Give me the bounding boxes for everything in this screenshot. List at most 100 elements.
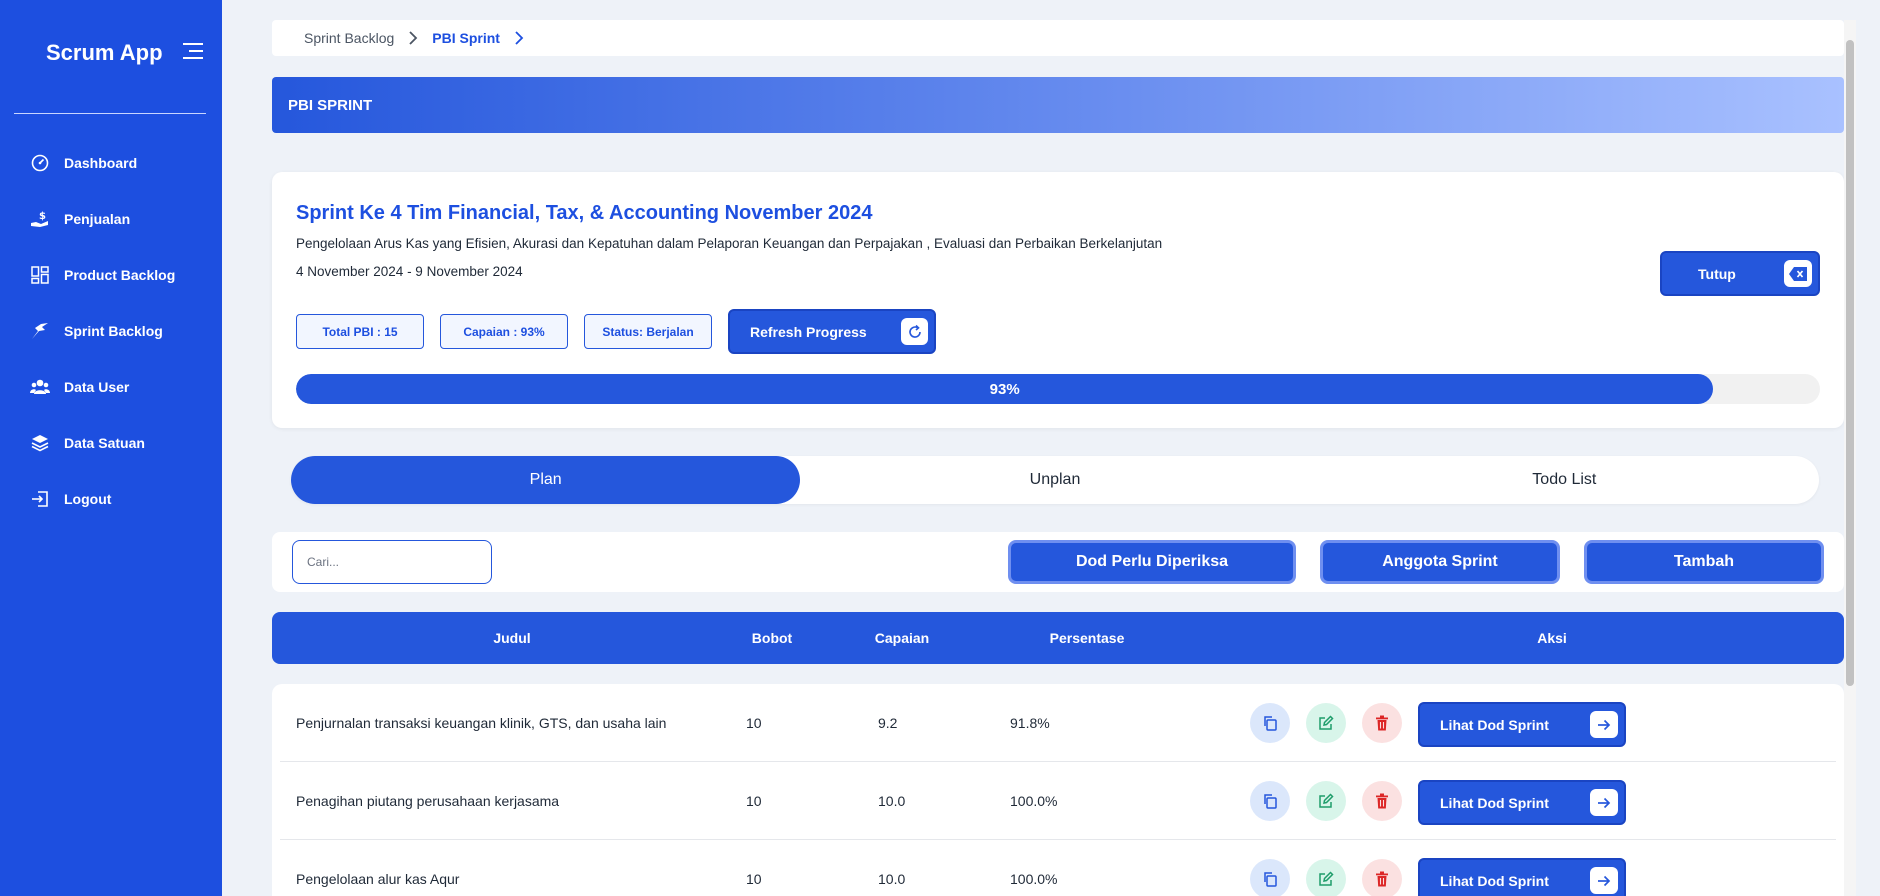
breadcrumb-pbi-sprint[interactable]: PBI Sprint [432, 30, 500, 46]
users-icon [30, 377, 50, 397]
arrow-right-icon [1590, 789, 1618, 816]
add-pbi-button[interactable]: Tambah [1584, 540, 1824, 584]
sidebar-item-product-backlog[interactable]: Product Backlog [0, 247, 222, 303]
breadcrumb: Sprint Backlog PBI Sprint [272, 20, 1844, 56]
dod-review-button[interactable]: Dod Perlu Diperiksa [1008, 540, 1296, 584]
sprint-progress-bar: 93% [296, 374, 1820, 404]
delete-button[interactable] [1362, 781, 1402, 821]
column-header-persentase: Persentase [1049, 630, 1125, 646]
copy-button[interactable] [1250, 859, 1290, 896]
copy-icon [1264, 872, 1277, 887]
app-brand: Scrum App [46, 40, 163, 65]
sprint-info-card: Sprint Ke 4 Tim Financial, Tax, & Accoun… [272, 172, 1844, 428]
breadcrumb-sprint-backlog[interactable]: Sprint Backlog [304, 30, 394, 46]
tab-todo-list[interactable]: Todo List [1310, 456, 1819, 504]
edit-button[interactable] [1306, 703, 1346, 743]
cell-bobot: 10 [746, 715, 762, 731]
sprint-description: Pengelolaan Arus Kas yang Efisien, Akura… [296, 236, 1163, 251]
chevron-right-icon [514, 31, 524, 45]
sidebar-item-label: Dashboard [64, 155, 138, 171]
column-header-judul: Judul [493, 630, 531, 646]
search-input[interactable] [292, 540, 492, 584]
sidebar-item-label: Penjualan [64, 211, 131, 227]
refresh-progress-button[interactable]: Refresh Progress [728, 309, 936, 354]
tab-unplan[interactable]: Unplan [800, 456, 1309, 504]
sidebar-item-logout[interactable]: Logout [0, 471, 222, 527]
total-pbi-badge: Total PBI : 15 [296, 314, 424, 349]
sidebar-item-data-satuan[interactable]: Data Satuan [0, 415, 222, 471]
sidebar-item-label: Sprint Backlog [64, 323, 163, 339]
table-row: Pengelolaan alur kas Aqur 10 10.0 100.0%… [280, 840, 1836, 896]
status-badge: Status: Berjalan [584, 314, 712, 349]
view-dod-sprint-button[interactable]: Lihat Dod Sprint [1418, 858, 1626, 896]
cell-persentase: 100.0% [1010, 871, 1058, 887]
sidebar-item-data-user[interactable]: Data User [0, 359, 222, 415]
sprint-dates: 4 November 2024 - 9 November 2024 [296, 264, 523, 279]
logout-icon [30, 489, 50, 509]
copy-button[interactable] [1250, 703, 1290, 743]
edit-button[interactable] [1306, 781, 1346, 821]
sprint-progress-fill: 93% [296, 374, 1714, 404]
copy-button[interactable] [1250, 781, 1290, 821]
copy-icon [1264, 716, 1277, 731]
edit-button[interactable] [1306, 859, 1346, 896]
cell-persentase: 100.0% [1010, 793, 1058, 809]
dashboard-gauge-icon [30, 153, 50, 173]
delete-button[interactable] [1362, 703, 1402, 743]
cell-capaian: 10.0 [878, 793, 906, 809]
sidebar-nav: Dashboard $ Penjualan Product Backlog Sp… [0, 135, 222, 527]
trash-icon [1376, 715, 1388, 731]
sidebar-item-label: Product Backlog [64, 267, 176, 283]
menu-toggle-icon[interactable] [183, 42, 203, 60]
trash-icon [1376, 793, 1388, 809]
view-dod-sprint-label: Lihat Dod Sprint [1440, 872, 1549, 889]
chevron-right-icon [408, 31, 418, 45]
backspace-close-icon [1784, 260, 1812, 287]
sprint-members-button[interactable]: Anggota Sprint [1320, 540, 1560, 584]
refresh-icon [901, 318, 928, 345]
pbi-table-body: Penjurnalan transaksi keuangan klinik, G… [272, 684, 1844, 896]
sprint-title: Sprint Ke 4 Tim Financial, Tax, & Accoun… [296, 202, 873, 224]
arrow-right-icon [1590, 867, 1618, 894]
sidebar-divider [14, 113, 206, 114]
sidebar-item-label: Logout [64, 491, 112, 507]
tab-plan[interactable]: Plan [291, 456, 801, 504]
pbi-table-header: Judul Bobot Capaian Persentase Aksi [272, 612, 1844, 664]
close-label: Tutup [1698, 265, 1736, 282]
sidebar: Scrum App Dashboard $ Penjualan Product … [0, 0, 222, 896]
cell-judul: Pengelolaan alur kas Aqur [296, 871, 460, 887]
view-dod-sprint-button[interactable]: Lihat Dod Sprint [1418, 702, 1626, 747]
arrow-right-icon [1590, 711, 1618, 738]
close-button[interactable]: Tutup [1660, 251, 1820, 296]
edit-icon [1319, 871, 1334, 886]
page-scrollbar-thumb[interactable] [1846, 40, 1854, 686]
pbi-tabs: Plan Unplan Todo List [291, 456, 1819, 504]
sidebar-item-dashboard[interactable]: Dashboard [0, 135, 222, 191]
layers-icon [30, 433, 50, 453]
pbi-toolbar: Dod Perlu Diperiksa Anggota Sprint Tamba… [272, 532, 1844, 592]
column-header-bobot: Bobot [751, 630, 793, 646]
table-row: Penjurnalan transaksi keuangan klinik, G… [280, 684, 1836, 762]
trash-icon [1376, 871, 1388, 887]
grid-icon [30, 265, 50, 285]
copy-icon [1264, 794, 1277, 809]
sidebar-item-penjualan[interactable]: $ Penjualan [0, 191, 222, 247]
svg-text:$: $ [39, 211, 46, 222]
view-dod-sprint-label: Lihat Dod Sprint [1440, 716, 1549, 733]
cell-judul: Penjurnalan transaksi keuangan klinik, G… [296, 715, 667, 731]
sprint-run-icon [30, 321, 50, 341]
cell-capaian: 10.0 [878, 871, 906, 887]
sidebar-item-label: Data User [64, 379, 130, 395]
delete-button[interactable] [1362, 859, 1402, 896]
hand-dollar-icon: $ [30, 209, 50, 229]
cell-bobot: 10 [746, 793, 762, 809]
page-title: PBI SPRINT [288, 96, 373, 114]
cell-bobot: 10 [746, 871, 762, 887]
sidebar-item-sprint-backlog[interactable]: Sprint Backlog [0, 303, 222, 359]
sprint-stats: Total PBI : 15 Capaian : 93% Status: Ber… [296, 309, 936, 354]
sidebar-item-label: Data Satuan [64, 435, 145, 451]
edit-icon [1319, 715, 1334, 730]
view-dod-sprint-button[interactable]: Lihat Dod Sprint [1418, 780, 1626, 825]
refresh-progress-label: Refresh Progress [750, 323, 867, 340]
page-header-banner: PBI SPRINT [272, 77, 1844, 133]
